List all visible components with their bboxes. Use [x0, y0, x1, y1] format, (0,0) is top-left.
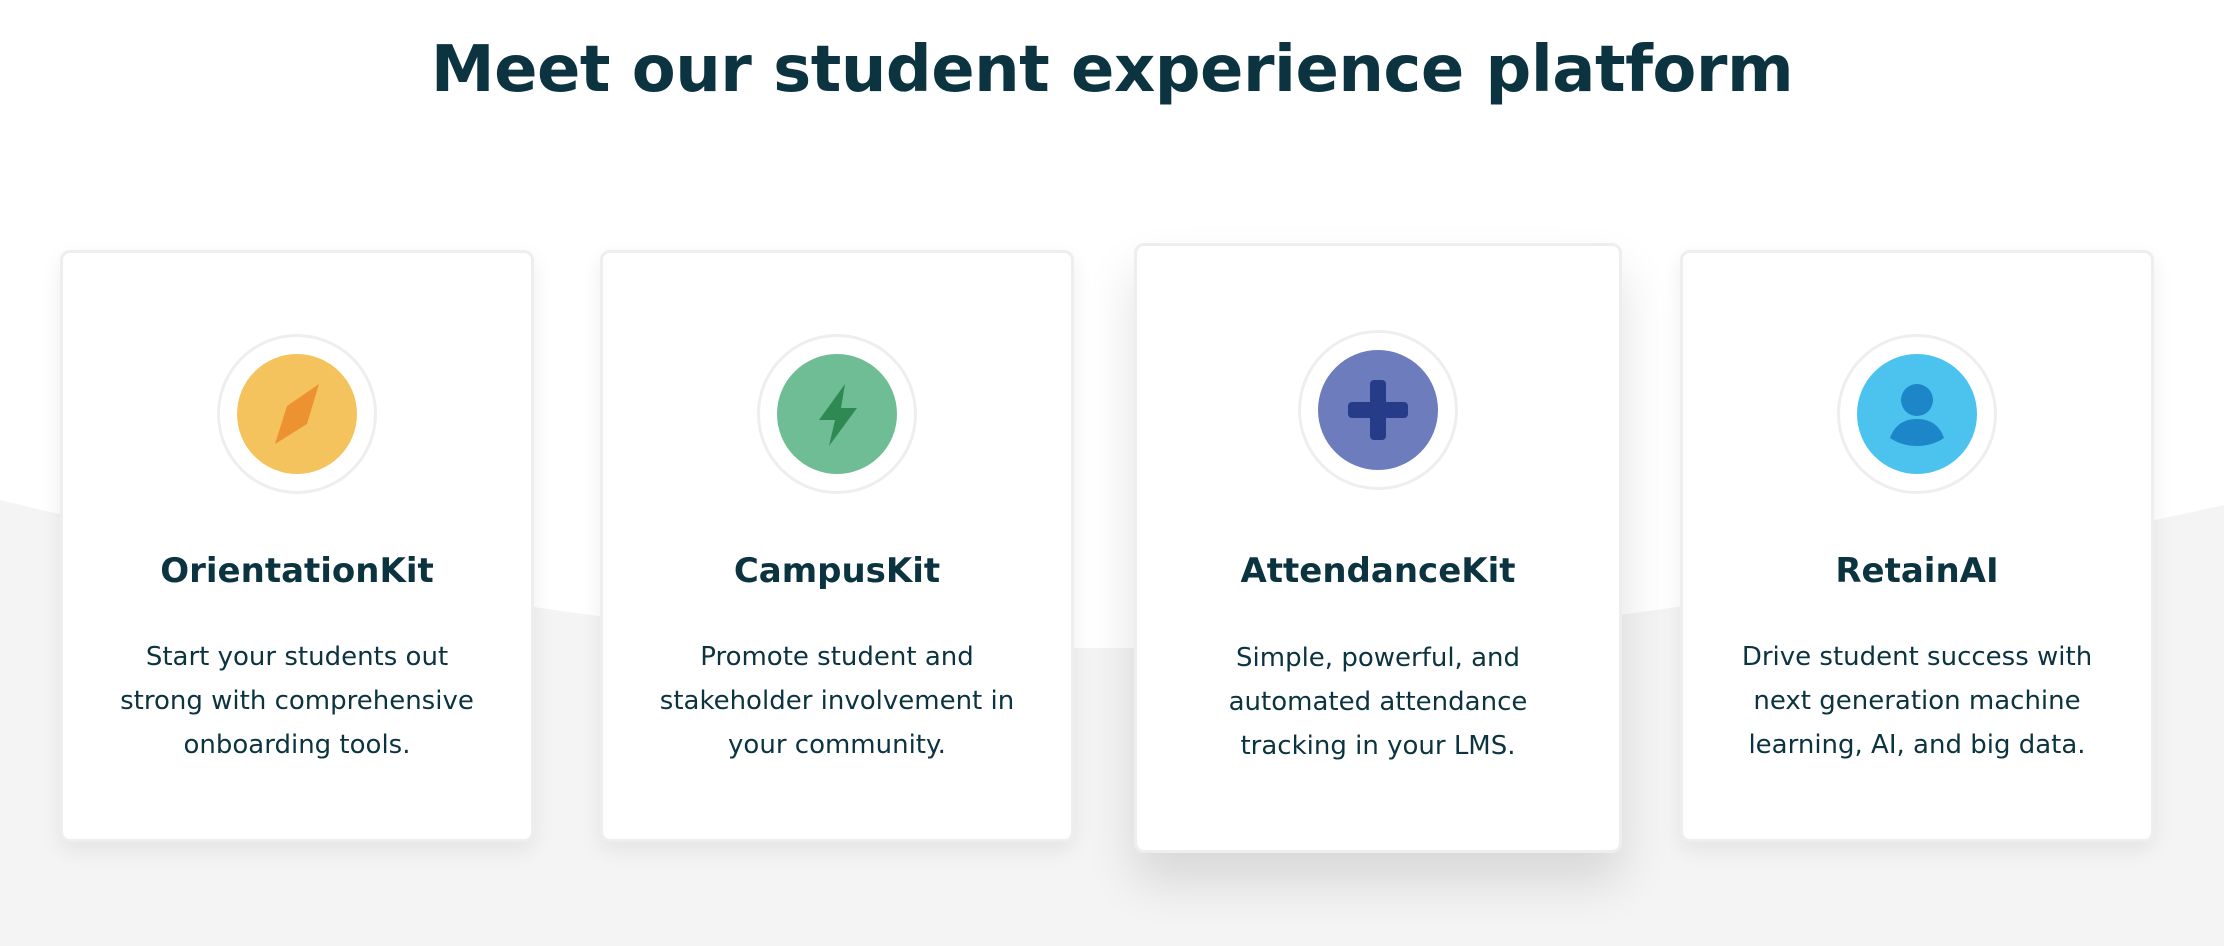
user-icon-graphic — [1890, 384, 1944, 446]
card-title: AttendanceKit — [1240, 551, 1516, 591]
user-icon — [1857, 354, 1977, 474]
card-description: Drive student success with next generati… — [1741, 642, 2093, 760]
product-card-attendancekit[interactable]: AttendanceKit Simple, powerful, and auto… — [1134, 243, 1622, 853]
product-card-retainai[interactable]: RetainAI Drive student success with next… — [1680, 250, 2154, 842]
product-card-list: OrientationKit Start your students out s… — [0, 0, 2224, 946]
card-description: Promote student and stakeholder involvem… — [659, 642, 1015, 760]
icon-ring — [1298, 330, 1458, 490]
card-description: Simple, powerful, and automated attendan… — [1228, 643, 1528, 761]
lightning-bolt-icon-graphic — [819, 384, 857, 446]
product-card-campuskit[interactable]: CampusKit Promote student and stakeholde… — [600, 250, 1074, 842]
plus-icon-graphic — [1348, 380, 1408, 440]
product-card-orientationkit[interactable]: OrientationKit Start your students out s… — [60, 250, 534, 842]
card-title: RetainAI — [1835, 551, 1999, 591]
plus-icon — [1318, 350, 1438, 470]
page: Meet our student experience platform Ori… — [0, 0, 2224, 946]
icon-ring — [217, 334, 377, 494]
icon-ring — [757, 334, 917, 494]
card-title: CampusKit — [733, 551, 941, 591]
card-description: Start your students out strong with comp… — [120, 642, 474, 760]
compass-icon-graphic — [275, 384, 319, 444]
compass-icon — [237, 354, 357, 474]
lightning-bolt-icon — [777, 354, 897, 474]
card-title: OrientationKit — [160, 551, 434, 591]
icon-ring — [1837, 334, 1997, 494]
